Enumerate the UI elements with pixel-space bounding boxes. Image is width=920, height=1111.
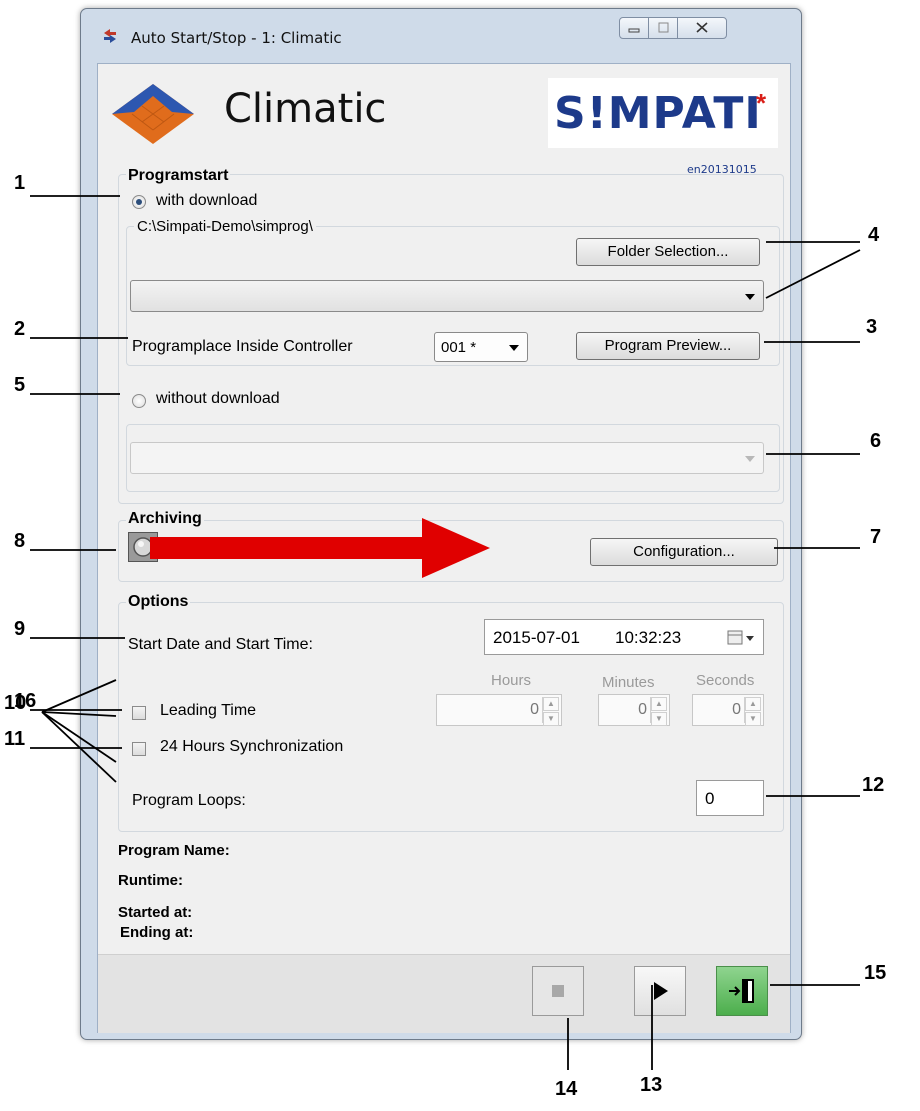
callout-2: 2 [14,318,26,340]
callout-7: 7 [870,526,882,548]
callout-4: 4 [868,224,880,246]
callout-14: 14 [555,1078,578,1100]
red-arrow [150,518,490,578]
callout-9: 9 [14,618,26,640]
annotation-lines [30,195,861,1070]
callout-13: 13 [640,1074,663,1096]
callout-12: 12 [862,774,885,796]
callout-5: 5 [14,374,26,396]
callout-15: 15 [864,962,887,984]
callout-1: 1 [14,172,26,194]
callout-6: 6 [870,430,882,452]
callout-11: 11 [4,728,26,750]
callout-3: 3 [866,316,878,338]
callout-8: 8 [14,530,26,552]
callout-16: 16 [14,690,37,712]
